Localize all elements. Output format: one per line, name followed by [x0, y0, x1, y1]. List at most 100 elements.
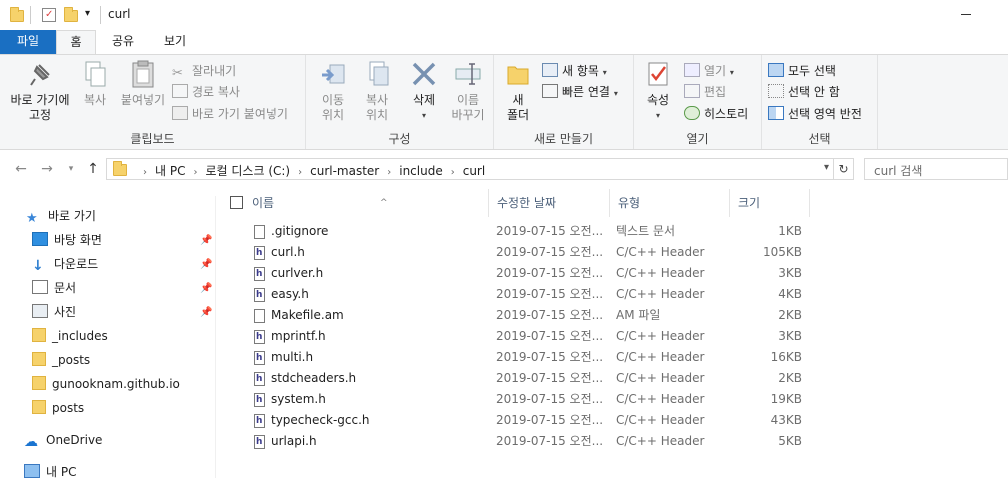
history-button[interactable]: 히스토리: [684, 104, 748, 124]
column-header-type[interactable]: 유형: [610, 189, 730, 217]
pin-icon[interactable]: 📌: [200, 235, 212, 246]
breadcrumb-item[interactable]: curl-master: [310, 164, 379, 178]
paste-button[interactable]: 붙여넣기: [118, 59, 168, 108]
copy-path-button[interactable]: 경로 복사: [172, 82, 240, 102]
file-row[interactable]: .gitignore 2019-07-15 오전... 텍스트 문서 1KB: [218, 221, 818, 242]
file-size: 1KB: [778, 224, 802, 238]
file-size: 2KB: [778, 308, 802, 322]
nav-label: posts: [52, 401, 85, 415]
file-row[interactable]: urlapi.h 2019-07-15 오전... C/C++ Header 5KB: [218, 431, 818, 453]
properties-button[interactable]: 속성 ▾: [640, 59, 676, 123]
properties-icon: [643, 59, 673, 89]
nav-item-this-pc[interactable]: 내 PC: [24, 461, 76, 478]
nav-item-documents[interactable]: 문서: [32, 277, 76, 299]
file-date: 2019-07-15 오전...: [496, 266, 604, 280]
select-none-button[interactable]: 선택 안 함: [768, 82, 840, 102]
select-all-checkbox[interactable]: [230, 196, 243, 209]
invert-selection-button[interactable]: 선택 영역 반전: [768, 104, 862, 124]
new-folder-label: 새 폴더: [506, 93, 530, 122]
file-row[interactable]: system.h 2019-07-15 오전... C/C++ Header 19KB: [218, 389, 818, 411]
recent-dropdown-icon[interactable]: ▾: [62, 160, 80, 178]
file-row[interactable]: multi.h 2019-07-15 오전... C/C++ Header 16KB: [218, 347, 818, 369]
file-row[interactable]: curl.h 2019-07-15 오전... C/C++ Header 105KB: [218, 242, 818, 264]
window-title: curl: [108, 7, 131, 21]
breadcrumb-item[interactable]: curl: [463, 164, 485, 178]
breadcrumb-item[interactable]: 로컬 디스크 (C:): [205, 164, 290, 178]
up-arrow-icon[interactable]: ↑: [84, 160, 102, 178]
divider: [100, 6, 101, 24]
file-type: 텍스트 문서: [616, 224, 676, 238]
chevron-down-icon[interactable]: ▾: [824, 162, 829, 173]
address-bar[interactable]: › 내 PC › 로컬 디스크 (C:) › curl-master › include › cu…: [106, 158, 834, 180]
cut-button[interactable]: ✂ 잘라내기: [172, 61, 236, 81]
invert-selection-label: 선택 영역 반전: [788, 107, 862, 121]
copy-label: 복사: [83, 93, 107, 107]
file-row[interactable]: easy.h 2019-07-15 오전... C/C++ Header 4KB: [218, 284, 818, 306]
minimize-button[interactable]: [946, 0, 992, 30]
new-group: 새 폴더 새 항목 ▾ 빠른 연결 ▾ 새로 만들기: [494, 55, 634, 149]
column-header-date[interactable]: 수정한 날짜: [489, 189, 610, 217]
new-folder-button[interactable]: 새 폴더: [500, 59, 536, 123]
file-type: C/C++ Header: [616, 434, 705, 448]
pin-quick-access-button[interactable]: 바로 가기에 고정: [4, 59, 76, 123]
tab-file[interactable]: 파일: [0, 30, 56, 54]
properties-qa-icon[interactable]: ✓: [42, 8, 56, 22]
file-row[interactable]: stdcheaders.h 2019-07-15 오전... C/C++ Heade…: [218, 368, 818, 390]
tab-home[interactable]: 홈: [56, 30, 96, 55]
header-file-icon: [254, 348, 265, 369]
file-row[interactable]: curlver.h 2019-07-15 오전... C/C++ Header 3KB: [218, 263, 818, 285]
file-row[interactable]: Makefile.am 2019-07-15 오전... AM 파일 2KB: [218, 305, 818, 326]
tab-view[interactable]: 보기: [150, 30, 200, 54]
customize-qa-icon[interactable]: ▾: [85, 8, 90, 19]
nav-item-folder[interactable]: posts: [32, 397, 84, 419]
file-row[interactable]: mprintf.h 2019-07-15 오전... C/C++ Header 3KB: [218, 326, 818, 348]
pin-icon[interactable]: 📌: [200, 259, 212, 270]
file-size: 43KB: [770, 413, 802, 427]
open-button[interactable]: 열기 ▾: [684, 61, 734, 81]
nav-quick-access[interactable]: ★ 바로 가기: [26, 205, 96, 227]
nav-item-folder[interactable]: gunooknam.github.io: [32, 373, 180, 395]
new-group-label: 새로 만들기: [533, 132, 593, 146]
nav-label: 바탕 화면: [54, 233, 102, 247]
refresh-icon[interactable]: ↻: [834, 158, 854, 180]
breadcrumb-item[interactable]: 내 PC: [155, 164, 185, 178]
copy-to-button[interactable]: 복사 위치: [356, 59, 398, 123]
file-date: 2019-07-15 오전...: [496, 224, 604, 238]
select-none-icon: [768, 84, 784, 98]
pin-icon[interactable]: 📌: [200, 307, 212, 318]
file-row[interactable]: typecheck-gcc.h 2019-07-15 오전... C/C++ Hea…: [218, 410, 818, 432]
delete-button[interactable]: 삭제 ▾: [404, 59, 444, 123]
file-size: 19KB: [770, 392, 802, 406]
file-name: .gitignore: [271, 224, 329, 238]
forward-arrow-icon[interactable]: →: [38, 160, 56, 178]
search-input[interactable]: curl 검색: [864, 158, 1008, 180]
new-item-button[interactable]: 새 항목 ▾: [542, 61, 607, 81]
file-name: mprintf.h: [271, 329, 326, 343]
nav-item-folder[interactable]: _includes: [32, 325, 108, 347]
back-arrow-icon[interactable]: ←: [12, 160, 30, 178]
column-header-size[interactable]: 크기: [730, 189, 810, 217]
file-date: 2019-07-15 오전...: [496, 392, 604, 406]
nav-item-onedrive[interactable]: ☁ OneDrive: [24, 429, 102, 451]
move-to-button[interactable]: 이동 위치: [312, 59, 354, 123]
column-header-name[interactable]: ^ 이름: [244, 189, 489, 217]
select-all-button[interactable]: 모두 선택: [768, 61, 836, 81]
nav-item-pictures[interactable]: 사진: [32, 301, 76, 323]
nav-item-downloads[interactable]: ↓ 다운로드: [32, 253, 98, 275]
copy-button[interactable]: 복사: [78, 59, 112, 108]
easy-access-button[interactable]: 빠른 연결 ▾: [542, 82, 618, 102]
cloud-icon: ☁: [24, 434, 38, 450]
edit-button[interactable]: 편집: [684, 82, 726, 102]
nav-item-folder[interactable]: _posts: [32, 349, 90, 371]
pin-icon: [25, 59, 55, 89]
file-type: C/C++ Header: [616, 371, 705, 385]
breadcrumb-item[interactable]: include: [399, 164, 442, 178]
folder-icon: [32, 352, 46, 366]
nav-item-desktop[interactable]: 바탕 화면: [32, 229, 102, 251]
tab-share[interactable]: 공유: [100, 30, 146, 54]
new-folder-qa-icon[interactable]: [64, 7, 78, 22]
pin-icon[interactable]: 📌: [200, 283, 212, 294]
paste-shortcut-button[interactable]: 바로 가기 붙여넣기: [172, 104, 288, 124]
column-label: 유형: [618, 196, 641, 210]
rename-button[interactable]: 이름 바꾸기: [446, 59, 490, 123]
